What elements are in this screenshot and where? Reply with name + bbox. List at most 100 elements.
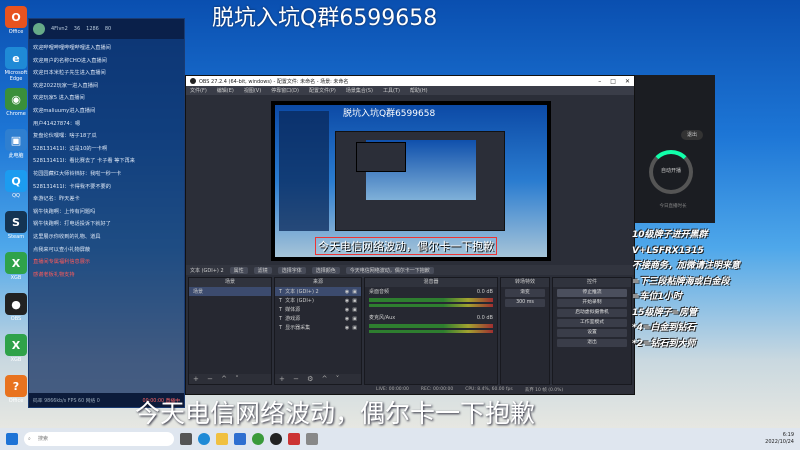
edge-icon[interactable] [198,433,210,445]
store-icon[interactable] [234,433,246,445]
sources-dock-controls[interactable]: + − ⚙ ^ ˅ [275,374,361,384]
volume-meter [369,324,493,328]
desktop-icon[interactable]: ? Office [4,375,28,404]
chat-message: 点我来可以查小礼物屏蔽 [33,246,91,253]
control-button[interactable]: 退出 [557,339,627,347]
menu-item[interactable]: 工具(T) [383,87,400,94]
source-item[interactable]: T 文本 (GDI+) ◉ ▣ [275,296,361,305]
desktop-icon[interactable]: Q QQ [4,170,28,199]
app-icon: ◉ [5,88,27,110]
stream-stats: 码率 9866kb/s FPS 60 网络 0 [33,398,100,404]
rank-rule-line: =车位1小时 [632,292,682,302]
eye-icon[interactable]: ◉ [345,289,349,295]
menu-item[interactable]: 视图(V) [244,87,261,94]
select-font-button[interactable]: 选择字体 [277,266,306,274]
taskbar-clock[interactable]: 6:19 2022/10/24 [765,432,794,446]
source-item[interactable]: T 显示器采集 ◉ ▣ [275,323,361,332]
menu-item[interactable]: 配置文件(P) [309,87,336,94]
dropped-frames: 丢弃 10 帧 (0.0%) [524,387,564,393]
file-explorer-icon[interactable] [216,433,228,445]
scenes-dock-controls[interactable]: + − ^ ˅ [189,374,271,384]
control-button[interactable]: 启动虚拟摄像机 [557,309,627,317]
select-color-button[interactable]: 选择颜色 [311,266,340,274]
avatar[interactable] [33,23,45,35]
menu-item[interactable]: 停靠窗口(D) [271,87,299,94]
chrome-icon[interactable] [252,433,264,445]
rank-rule-line: 不接商务，加微请注明来意 [632,261,741,271]
controls-dock-title: 控件 [553,278,631,287]
streaming-assistant-window[interactable]: 退出 自动开播 今日直播时长 [635,75,715,223]
transition-select[interactable]: 渐变 [505,289,545,297]
preview-canvas[interactable]: 脱坑入坑Q群6599658 今天电信网络波动，偶尔卡一下抱歉 [271,101,551,261]
filters-button[interactable]: 滤镜 [253,266,272,274]
start-icon[interactable] [6,433,18,445]
minimize-icon[interactable]: – [598,78,601,85]
rank-rule-line: 15级牌子=房管 [632,307,698,318]
desktop-icon[interactable]: ◉ Chrome [4,88,28,117]
desktop-icon[interactable]: ● OBS [4,293,28,322]
eye-icon[interactable]: ◉ [345,298,349,304]
preview-caption-text[interactable]: 今天电信网络波动，偶尔卡一下抱歉 [315,237,497,255]
taskbar-search-input[interactable]: ⌕ 搜索 [24,432,174,446]
chat-message: 欢迎maliuumy进入直播间 [33,107,96,114]
obs-title-bar[interactable]: OBS 27.2.4 (64-bit, windows) - 配置文件: 未命名… [186,76,634,86]
ring-label: 自动开播 [660,168,681,174]
source-label: 显示器采集 [285,325,311,331]
desktop-icon[interactable]: X XGB [4,334,28,363]
desktop-icon[interactable]: ▣ 此电脑 [4,129,28,159]
eye-icon[interactable]: ◉ [345,316,349,322]
mixer-dock: 混音器 桌面音频 0.0 dB 麦克风/Aux 0.0 dB [364,277,498,385]
control-button[interactable]: 停止推流 [557,289,627,297]
control-button[interactable]: 工作室模式 [557,319,627,327]
app-icon[interactable] [288,433,300,445]
mixer-channel: 桌面音频 0.0 dB [365,287,497,296]
chat-message: 欢迎哔哩哔哩哔哩哔哩进入直播间 [33,45,111,51]
channel-db: 0.0 dB [476,288,493,295]
sources-list[interactable]: T 文本 (GDI+) 2 ◉ ▣ T 文本 (GDI+) ◉ ▣ T 媒体源 ◉ ▣ T 游戏源 ◉ ▣ T 显… [275,287,361,332]
obs-icon[interactable] [270,433,282,445]
exit-button[interactable]: 退出 [681,130,703,140]
app-icon[interactable] [306,433,318,445]
obs-window[interactable]: OBS 27.2.4 (64-bit, windows) - 配置文件: 未命名… [185,75,635,395]
scene-item[interactable]: 场景 [189,287,271,296]
lock-icon[interactable]: ▣ [352,298,357,304]
maximize-icon[interactable]: □ [610,78,616,85]
source-item[interactable]: T 媒体源 ◉ ▣ [275,305,361,314]
properties-button[interactable]: 属性 [229,266,248,274]
volume-slider[interactable] [369,330,493,333]
lock-icon[interactable]: ▣ [352,316,357,322]
transition-duration[interactable]: 300 ms [505,299,545,307]
menu-item[interactable]: 帮助(H) [410,87,428,94]
rank-rules-overlay: 10级牌子进开黑群 V+LSFRX1315 不接商务，加微请注明来意 =下三段粘牌海或… [632,228,800,352]
source-item[interactable]: T 游戏源 ◉ ▣ [275,314,361,323]
control-button[interactable]: 开始录制 [557,299,627,307]
obs-status-bar: LIVE: 00:00:00 REC: 00:00:00 CPU: 8.4%, … [186,385,634,394]
source-item[interactable]: T 文本 (GDI+) 2 ◉ ▣ [275,287,361,296]
lock-icon[interactable]: ▣ [352,325,357,331]
eye-icon[interactable]: ◉ [345,307,349,313]
lock-icon[interactable]: ▣ [352,307,357,313]
scenes-dock-title: 场景 [189,278,271,287]
desktop-icon[interactable]: e Microsoft Edge [4,47,28,82]
source-type-icon: T [279,315,283,322]
chat-header: 4Flvn2 36 1286 80 [29,19,184,39]
desktop-icon-label: Steam [7,234,25,240]
chat-message-list[interactable]: 欢迎哔哩哔哩哔哩哔哩进入直播间 欢迎用户的名称CHO进入直播间 欢迎日本米粒子先生进… [29,39,184,281]
task-view-icon[interactable] [180,433,192,445]
desktop-icon[interactable]: S Steam [4,211,28,240]
live-chat-panel[interactable]: 4Flvn2 36 1286 80 欢迎哔哩哔哩哔哩哔哩进入直播间 欢迎用户的名称… [28,18,185,408]
lock-icon[interactable]: ▣ [352,289,357,295]
close-icon[interactable]: ✕ [625,78,630,85]
menu-item[interactable]: 场景集合(S) [346,87,373,94]
desktop-icon-label: Office [8,398,24,404]
control-button[interactable]: 设置 [557,329,627,337]
text-preview-field[interactable]: 今天电信网络波动，偶尔卡一下抱歉 [345,266,434,274]
menu-item[interactable]: 文件(F) [190,87,207,94]
desktop-icon[interactable]: O Office [4,6,28,35]
desktop-icon[interactable]: X XGB [4,252,28,281]
eye-icon[interactable]: ◉ [345,325,349,331]
menu-item[interactable]: 编辑(E) [217,87,234,94]
desktop-icon-label: OBS [10,316,22,322]
search-icon: ⌕ [28,436,31,442]
volume-slider[interactable] [369,304,493,307]
